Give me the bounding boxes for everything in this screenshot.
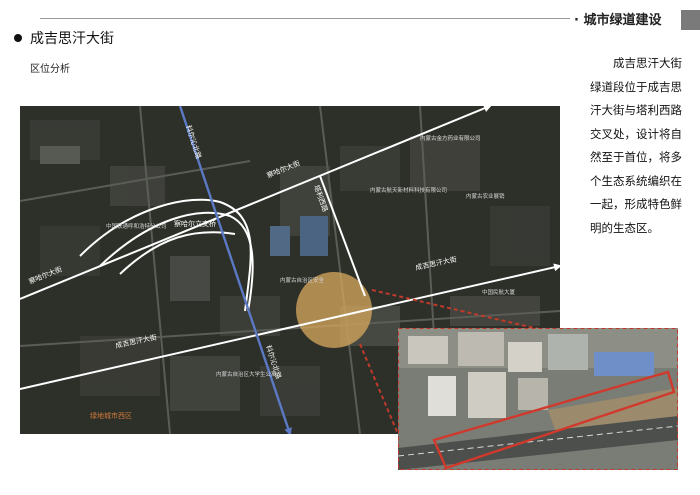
- section-title: 成吉思汗大街: [30, 31, 114, 47]
- poi-label-aerospace: 内蒙古航天新材料科技有限公司: [370, 186, 447, 194]
- header-accent-block: [681, 10, 700, 30]
- section-subtitle: 区位分析: [30, 64, 70, 75]
- building-2: [458, 332, 504, 366]
- building-6: [468, 372, 506, 418]
- road-label-bridge: 察哈尔立交桥: [174, 219, 216, 228]
- description-text: 成吉思汗大街绿道段位于成吉思汗大街与塔利西路交叉处，设计将自然至于首位，将多个生…: [590, 56, 682, 235]
- building-3: [508, 342, 542, 372]
- poi-label-apartment: 内蒙古自治区大学生公寓: [216, 370, 277, 378]
- poi-label-agriculture: 内蒙古农业展销: [466, 192, 505, 200]
- poi-label-unicom: 中国联通呼和浩特分公司: [106, 222, 167, 230]
- header-divider: [40, 18, 570, 19]
- building-7: [518, 378, 548, 410]
- bullet-dot-icon: [14, 34, 22, 42]
- blue-roof: [594, 352, 654, 376]
- poi-label-safety: 内蒙古自治区安全: [280, 276, 325, 284]
- site-aerial-photo: [398, 328, 678, 470]
- poi-label-jinfang: 内蒙古金方药业有限公司: [420, 134, 481, 142]
- building-1: [408, 336, 448, 364]
- header-title: · 城市绿道建设: [574, 13, 662, 28]
- poi-label-greenland: 绿地城市西区: [90, 411, 132, 420]
- building-5: [428, 376, 456, 416]
- poi-label-aviation: 中国民航大厦: [482, 288, 516, 296]
- building-4: [548, 334, 588, 370]
